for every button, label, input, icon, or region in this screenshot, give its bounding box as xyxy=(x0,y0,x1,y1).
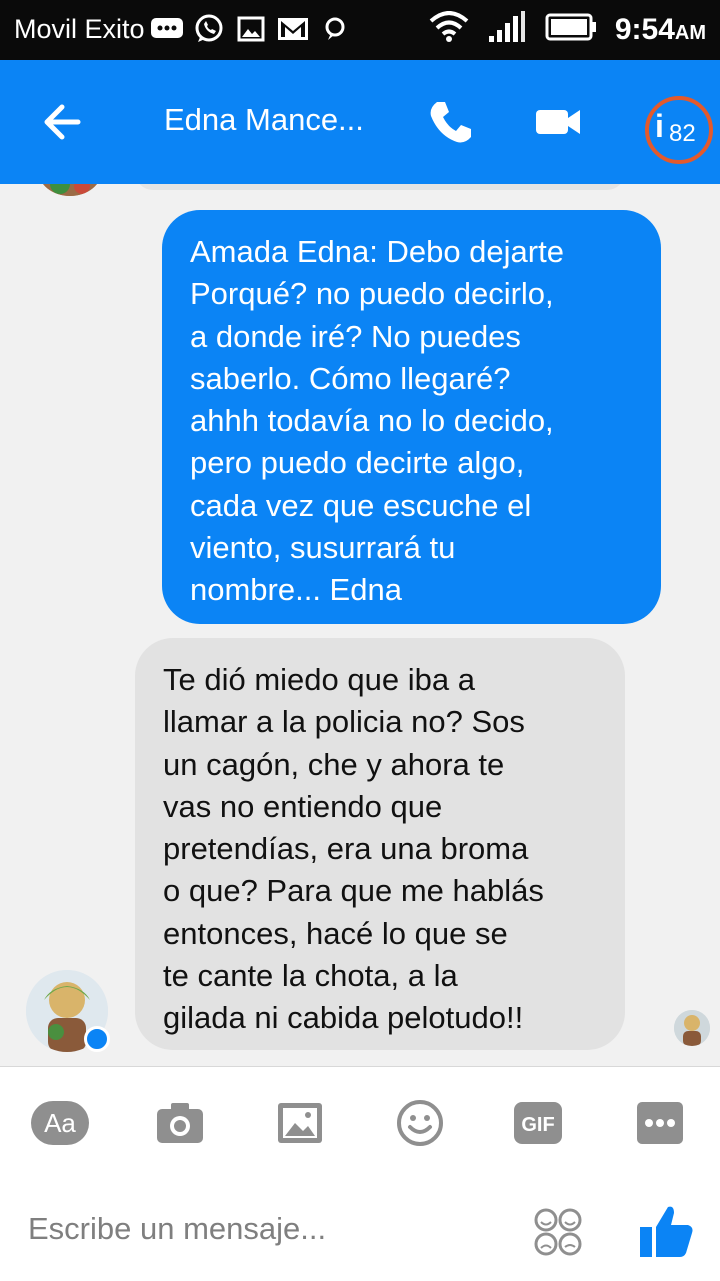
message-line: entonces, hacé lo que se xyxy=(163,915,508,951)
previous-sender-avatar xyxy=(38,184,102,196)
message-list[interactable]: Amada Edna: Debo dejarte Porqué? no pued… xyxy=(0,184,720,1066)
whatsapp-icon xyxy=(192,12,226,46)
thumbs-up-icon xyxy=(640,1206,693,1257)
carrier-name: Movil Exito xyxy=(14,14,145,44)
camera-button[interactable] xyxy=(150,1097,210,1149)
wifi-icon xyxy=(429,11,469,48)
message-line: un cagón, che y ahora te xyxy=(163,746,505,782)
info-icon: i xyxy=(655,108,664,144)
voice-call-button[interactable] xyxy=(425,96,477,148)
message-line: a donde iré? No puedes xyxy=(190,318,521,354)
conversation-header: Edna Mance... i 82 xyxy=(0,60,720,184)
phone-icon xyxy=(430,102,471,143)
gif-icon: GIF xyxy=(514,1102,562,1144)
message-line: nombre... Edna xyxy=(190,572,402,608)
messenger-badge-icon xyxy=(84,1026,110,1052)
previous-message-bubble xyxy=(135,184,625,190)
emoji-button[interactable] xyxy=(390,1097,450,1149)
gif-label: GIF xyxy=(521,1114,554,1136)
battery-icon xyxy=(545,12,597,47)
like-button[interactable] xyxy=(636,1201,696,1261)
sent-message-bubble[interactable]: Amada Edna: Debo dejarte Porqué? no pued… xyxy=(162,210,661,624)
message-line: gilada ni cabida pelotudo!! xyxy=(163,1000,524,1036)
message-input[interactable] xyxy=(28,1211,508,1247)
more-options-button[interactable] xyxy=(630,1097,690,1149)
received-message-bubble[interactable]: Te dió miedo que iba a llamar a la polic… xyxy=(135,638,625,1050)
gallery-button[interactable] xyxy=(270,1097,330,1149)
gallery-icon xyxy=(278,1103,322,1143)
clock: 9:54AM xyxy=(615,13,706,47)
chat-bubbles-icon xyxy=(150,12,184,46)
message-line: Porqué? no puedo decirlo, xyxy=(190,276,554,312)
message-line: ahhh todavía no lo decido, xyxy=(190,403,554,439)
notification-icons xyxy=(150,12,352,46)
clock-time: 9:54 xyxy=(614,12,675,46)
message-line: vas no entiendo que xyxy=(163,788,443,824)
message-line: Amada Edna: Debo dejarte xyxy=(190,234,564,269)
text-tool-label: Aa xyxy=(44,1108,76,1138)
composer: Aa GIF xyxy=(0,1066,720,1281)
info-button[interactable]: i 82 xyxy=(645,96,713,164)
image-icon xyxy=(234,12,268,46)
system-status: 9:54AM xyxy=(429,10,706,49)
message-line: te cante la chota, a la xyxy=(163,958,458,994)
message-line: pretendías, era una broma xyxy=(163,831,529,867)
status-bar: Movil Exito 9:54AM xyxy=(0,0,720,60)
stickers-button[interactable] xyxy=(533,1207,583,1257)
message-line: saberlo. Cómo llegaré? xyxy=(190,360,511,396)
message-line: viento, susurrará tu xyxy=(190,530,456,566)
signal-icon xyxy=(487,10,527,49)
message-line: pero puedo decirte algo, xyxy=(190,445,525,481)
back-button[interactable] xyxy=(38,98,90,146)
camera-icon xyxy=(157,1103,203,1143)
message-line: o que? Para que me hablás xyxy=(163,873,544,909)
text-format-icon: Aa xyxy=(31,1101,89,1145)
message-icon xyxy=(318,12,352,46)
message-line: llamar a la policia no? Sos xyxy=(163,704,525,740)
seen-indicator-avatar xyxy=(674,1010,710,1046)
more-icon xyxy=(637,1102,683,1144)
stickers-icon xyxy=(534,1208,582,1256)
contact-name[interactable]: Edna Mance... xyxy=(164,102,364,138)
emoji-icon xyxy=(397,1100,443,1146)
text-format-button[interactable]: Aa xyxy=(30,1097,90,1149)
message-line: cada vez que escuche el xyxy=(190,487,532,523)
gif-button[interactable]: GIF xyxy=(508,1097,568,1149)
back-arrow-icon xyxy=(44,104,81,140)
notification-count: 82 xyxy=(669,120,696,147)
message-line: Te dió miedo que iba a xyxy=(163,662,475,697)
video-camera-icon xyxy=(536,110,580,134)
clock-am-pm: AM xyxy=(674,21,706,44)
gmail-icon xyxy=(276,12,310,46)
video-call-button[interactable] xyxy=(534,102,584,142)
